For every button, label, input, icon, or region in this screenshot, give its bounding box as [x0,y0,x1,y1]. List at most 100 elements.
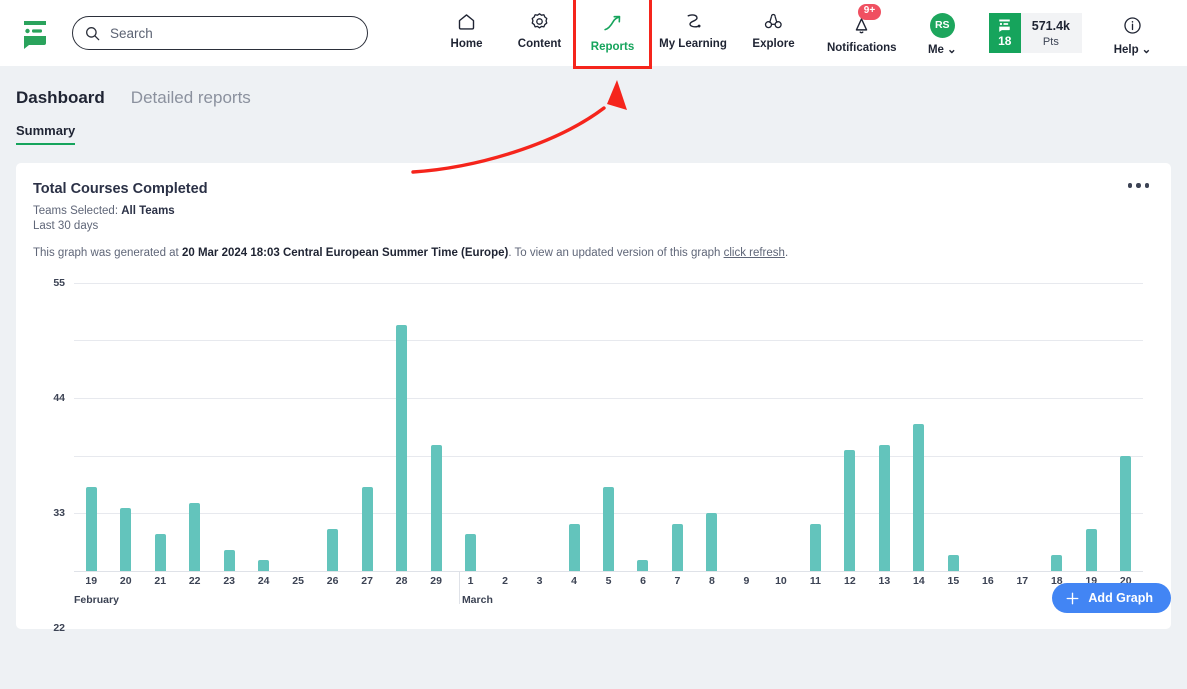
search-icon [85,26,100,41]
month-label-spacer [631,594,665,606]
main-navigation: Home Content Reports My Learning Explore [430,0,810,69]
y-axis-tick-label: 33 [53,507,65,520]
bar-slot[interactable] [695,283,729,571]
bar[interactable] [878,445,890,571]
click-refresh-link[interactable]: click refresh [724,247,785,259]
bar[interactable] [327,528,339,571]
add-graph-label: Add Graph [1088,591,1153,605]
bar-slot[interactable] [1040,283,1074,571]
bar[interactable] [947,555,959,571]
y-axis-tick-label: 44 [53,392,65,405]
nav-item-home[interactable]: Home [430,0,503,56]
bar-slot[interactable] [1074,283,1108,571]
bar-slot[interactable] [246,283,280,571]
bar[interactable] [568,523,580,571]
bar-slot[interactable] [143,283,177,571]
kebab-menu-icon[interactable] [1127,183,1149,188]
bar[interactable] [465,534,477,571]
bar[interactable] [603,487,614,571]
x-axis-tick-label: 17 [1016,574,1029,587]
month-label-spacer [153,594,187,606]
bar-slot[interactable] [108,283,142,571]
month-label-spacer [665,594,699,606]
points-value: 571.4k [1031,18,1070,33]
nav-item-help[interactable]: Help ⌄ [1096,4,1169,62]
bar[interactable] [120,508,132,571]
bar-slot[interactable] [902,283,936,571]
bar[interactable] [223,549,235,571]
bar[interactable] [706,513,718,571]
bar-slot[interactable] [488,283,522,571]
bar[interactable] [1051,555,1063,571]
bar-slot[interactable] [1005,283,1039,571]
bar-slot[interactable] [764,283,798,571]
bar[interactable] [1085,528,1097,571]
bar[interactable] [396,324,408,571]
bar[interactable] [85,487,97,571]
nav-item-explore[interactable]: Explore [737,0,810,56]
nav-label-help: Help ⌄ [1114,42,1152,56]
points-widget[interactable]: 18 571.4k Pts [988,13,1082,53]
note-prefix: This graph was generated at [33,246,182,259]
month-label-spacer [836,594,870,606]
points-unit: Pts [1042,35,1059,48]
month-label-spacer [904,594,938,606]
search-input[interactable] [110,25,355,41]
bar-slot[interactable] [419,283,453,571]
bar-slot[interactable] [384,283,418,571]
x-axis-tick-label: 21 [154,574,167,587]
search-box[interactable] [72,16,368,50]
month-label-spacer [290,594,324,606]
platform-logo-icon[interactable] [18,16,52,50]
bar[interactable] [637,560,649,571]
bar-slot[interactable] [315,283,349,571]
bar-slot[interactable] [522,283,556,571]
x-axis-tick-label: 12 [844,574,856,587]
x-axis-tick-label: 10 [775,574,787,587]
bar-slot[interactable] [626,283,660,571]
tab-summary[interactable]: Summary [16,123,76,145]
month-label-spacer [358,594,392,606]
bar[interactable] [154,534,166,571]
bar-slot[interactable] [660,283,694,571]
bar[interactable] [361,487,373,571]
add-graph-button[interactable]: Add Graph [1052,583,1171,613]
nav-label-notifications: Notifications [826,42,897,54]
period-label: Last 30 days [33,219,99,232]
bar-slot[interactable] [177,283,211,571]
bar-slot[interactable] [1109,283,1143,571]
nav-item-content[interactable]: Content [503,0,576,56]
bar[interactable] [430,445,442,571]
bar-slot[interactable] [798,283,832,571]
bar[interactable] [189,502,201,571]
bar-slot[interactable] [557,283,591,571]
bar-slot[interactable] [936,283,970,571]
bar[interactable] [258,560,270,571]
nav-item-me[interactable]: RS Me ⌄ [906,4,979,62]
tab-dashboard[interactable]: Dashboard [16,88,105,108]
nav-item-notifications[interactable]: 9+ Notifications [818,4,906,60]
bar[interactable] [844,450,856,571]
bar-slot[interactable] [350,283,384,571]
bar[interactable] [913,424,925,571]
bar[interactable] [1120,455,1132,571]
nav-item-reports[interactable]: Reports [573,0,652,69]
month-label-spacer [699,594,733,606]
bar[interactable] [671,523,683,571]
tab-detailed-reports[interactable]: Detailed reports [131,88,251,108]
bar-slot[interactable] [591,283,625,571]
bar-slot[interactable] [453,283,487,571]
bar-slot[interactable] [74,283,108,571]
bar-slot[interactable] [281,283,315,571]
page-title: Total Courses Completed [33,181,208,197]
bar-slot[interactable] [212,283,246,571]
x-axis-tick-label: 4 [571,574,577,587]
bar[interactable] [809,523,821,571]
nav-item-my-learning[interactable]: My Learning [649,0,737,56]
bar-slot[interactable] [833,283,867,571]
top-navigation-bar: Home Content Reports [0,0,1187,174]
bar-slot[interactable] [971,283,1005,571]
bar-slot[interactable] [867,283,901,571]
x-axis-tick-label: 6 [640,574,646,587]
bar-slot[interactable] [729,283,763,571]
